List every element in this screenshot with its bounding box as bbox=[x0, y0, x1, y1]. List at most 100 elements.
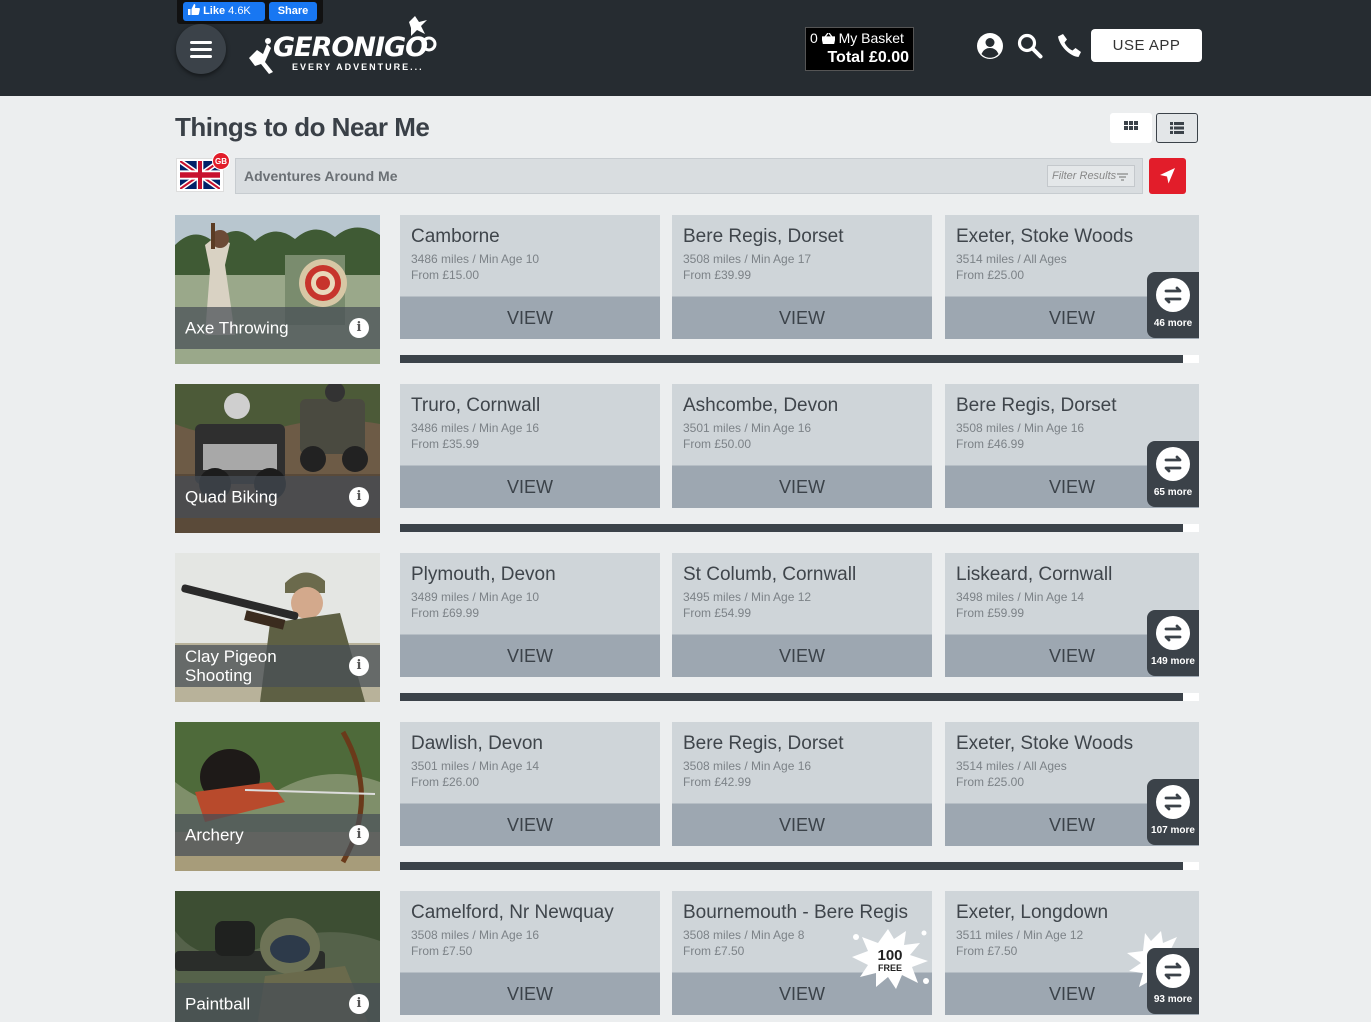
info-icon[interactable]: i bbox=[349, 318, 369, 338]
venue-card[interactable]: Bere Regis, Dorset 3508 miles / Min Age … bbox=[672, 215, 932, 339]
basket-summary[interactable]: 0 My Basket Total £0.00 bbox=[805, 27, 914, 71]
activity-thumbnail[interactable]: Quad Biking i bbox=[175, 384, 380, 533]
venue-location: Exeter, Stoke Woods bbox=[956, 226, 1134, 247]
venue-meta: 3498 miles / Min Age 14 bbox=[956, 590, 1085, 604]
view-button[interactable]: VIEW bbox=[400, 465, 660, 508]
search-input[interactable] bbox=[236, 159, 1052, 193]
row-scrollbar[interactable] bbox=[400, 693, 1199, 701]
venue-location: Liskeard, Cornwall bbox=[956, 564, 1113, 585]
filter-results-label: Filter Results bbox=[1052, 170, 1117, 182]
venue-location: Bournemouth - Bere Regis bbox=[683, 902, 908, 923]
filter-results-button[interactable]: Filter Results bbox=[1047, 165, 1135, 187]
venue-meta: 3495 miles / Min Age 12 bbox=[683, 590, 812, 604]
free-balls-badge: 100 FREE bbox=[848, 923, 932, 993]
venue-card[interactable]: Plymouth, Devon 3489 miles / Min Age 10 … bbox=[400, 553, 660, 677]
info-icon[interactable]: i bbox=[349, 656, 369, 676]
locate-arrow-icon bbox=[1160, 168, 1175, 184]
swap-arrows-icon bbox=[1164, 793, 1182, 811]
venue-price: From £42.99 bbox=[683, 775, 752, 789]
page-title: Things to do Near Me bbox=[175, 112, 430, 142]
more-count: 46 more bbox=[1153, 318, 1193, 329]
venue-price: From £7.50 bbox=[956, 944, 1018, 958]
more-venues-button[interactable]: 107 more bbox=[1147, 779, 1199, 845]
view-button[interactable]: VIEW bbox=[400, 803, 660, 846]
country-badge: GB bbox=[212, 152, 230, 170]
swap-arrows-icon bbox=[1164, 455, 1182, 473]
venue-card[interactable]: Dawlish, Devon 3501 miles / Min Age 14 F… bbox=[400, 722, 660, 846]
phone-icon[interactable] bbox=[1056, 32, 1084, 60]
activity-name: Quad Biking bbox=[185, 487, 278, 507]
locate-me-button[interactable] bbox=[1149, 158, 1186, 194]
list-view-button[interactable] bbox=[1156, 113, 1198, 143]
venue-meta: 3486 miles / Min Age 10 bbox=[411, 252, 540, 266]
venue-card[interactable]: Camborne 3486 miles / Min Age 10 From £1… bbox=[400, 215, 660, 339]
venue-location: Truro, Cornwall bbox=[411, 395, 541, 416]
venue-meta: 3508 miles / Min Age 16 bbox=[683, 759, 812, 773]
basket-total: £0.00 bbox=[868, 49, 909, 66]
search-icon[interactable] bbox=[1016, 32, 1044, 60]
search-bar: Filter Results bbox=[235, 158, 1143, 194]
menu-button[interactable] bbox=[176, 24, 226, 74]
activity-name: Archery bbox=[185, 825, 244, 845]
swap-arrows-icon bbox=[1164, 286, 1182, 304]
activity-row: Quad Biking i Truro, Cornwall 3486 miles… bbox=[175, 384, 1199, 533]
venue-location: Bere Regis, Dorset bbox=[683, 733, 844, 754]
venue-price: From £46.99 bbox=[956, 437, 1025, 451]
venue-card[interactable]: Ashcombe, Devon 3501 miles / Min Age 16 … bbox=[672, 384, 932, 508]
info-icon[interactable]: i bbox=[349, 487, 369, 507]
view-button[interactable]: VIEW bbox=[672, 296, 932, 339]
user-icon[interactable] bbox=[976, 32, 1004, 60]
venue-location: Camborne bbox=[411, 226, 500, 247]
view-button[interactable]: VIEW bbox=[400, 296, 660, 339]
site-logo[interactable]: GERONIGO EVERY ADVENTURE... bbox=[243, 14, 443, 80]
activity-name: Axe Throwing bbox=[185, 318, 289, 338]
basket-label: My Basket bbox=[838, 30, 904, 46]
row-scrollbar[interactable] bbox=[400, 862, 1199, 870]
basket-total-label: Total bbox=[827, 49, 865, 66]
free-balls-number: 100 bbox=[877, 947, 903, 964]
activity-thumbnail[interactable]: Paintball i bbox=[175, 891, 380, 1022]
venue-card[interactable]: Truro, Cornwall 3486 miles / Min Age 16 … bbox=[400, 384, 660, 508]
menu-icon bbox=[190, 41, 212, 44]
venue-location: Camelford, Nr Newquay bbox=[411, 902, 614, 923]
view-button[interactable]: VIEW bbox=[672, 634, 932, 677]
info-icon[interactable]: i bbox=[349, 994, 369, 1014]
more-venues-button[interactable]: 93 more bbox=[1147, 948, 1199, 1014]
venue-meta: 3486 miles / Min Age 16 bbox=[411, 421, 540, 435]
venue-price: From £35.99 bbox=[411, 437, 480, 451]
venue-location: Ashcombe, Devon bbox=[683, 395, 839, 416]
basket-icon bbox=[820, 32, 836, 45]
venue-card[interactable]: St Columb, Cornwall 3495 miles / Min Age… bbox=[672, 553, 932, 677]
site-header: Like 4.6K Share GERONIGO EVERY ADVENTURE… bbox=[0, 0, 1371, 96]
view-button[interactable]: VIEW bbox=[672, 803, 932, 846]
logo-tagline: EVERY ADVENTURE... bbox=[292, 62, 424, 72]
venue-meta: 3514 miles / All Ages bbox=[956, 759, 1067, 773]
venue-price: From £25.00 bbox=[956, 775, 1025, 789]
activity-row: Clay Pigeon Shooting i Plymouth, Devon 3… bbox=[175, 553, 1199, 702]
view-button[interactable]: VIEW bbox=[400, 634, 660, 677]
use-app-button[interactable]: USE APP bbox=[1091, 29, 1202, 62]
view-button[interactable]: VIEW bbox=[672, 465, 932, 508]
thumbs-up-icon bbox=[188, 4, 200, 15]
venue-meta: 3489 miles / Min Age 10 bbox=[411, 590, 540, 604]
more-venues-button[interactable]: 149 more bbox=[1147, 610, 1199, 676]
activity-thumbnail[interactable]: Axe Throwing i bbox=[175, 215, 380, 364]
venue-location: Exeter, Longdown bbox=[956, 902, 1109, 923]
row-scrollbar[interactable] bbox=[400, 524, 1199, 532]
venue-card[interactable]: Camelford, Nr Newquay 3508 miles / Min A… bbox=[400, 891, 660, 1015]
more-venues-button[interactable]: 46 more bbox=[1147, 272, 1199, 338]
more-venues-button[interactable]: 65 more bbox=[1147, 441, 1199, 507]
venue-card[interactable]: Bournemouth - Bere Regis 3508 miles / Mi… bbox=[672, 891, 932, 1015]
activity-thumbnail[interactable]: Archery i bbox=[175, 722, 380, 871]
activity-thumbnail[interactable]: Clay Pigeon Shooting i bbox=[175, 553, 380, 702]
row-scrollbar[interactable] bbox=[400, 355, 1199, 363]
venue-card[interactable]: Bere Regis, Dorset 3508 miles / Min Age … bbox=[672, 722, 932, 846]
view-button[interactable]: VIEW bbox=[400, 972, 660, 1015]
info-icon[interactable]: i bbox=[349, 825, 369, 845]
grid-view-button[interactable] bbox=[1110, 113, 1152, 143]
activity-name: Paintball bbox=[185, 994, 251, 1014]
basket-count: 0 bbox=[810, 30, 818, 46]
more-count: 149 more bbox=[1151, 656, 1195, 667]
facebook-like-label: Like bbox=[203, 5, 226, 17]
logo-text: GERONIGO bbox=[273, 32, 428, 63]
